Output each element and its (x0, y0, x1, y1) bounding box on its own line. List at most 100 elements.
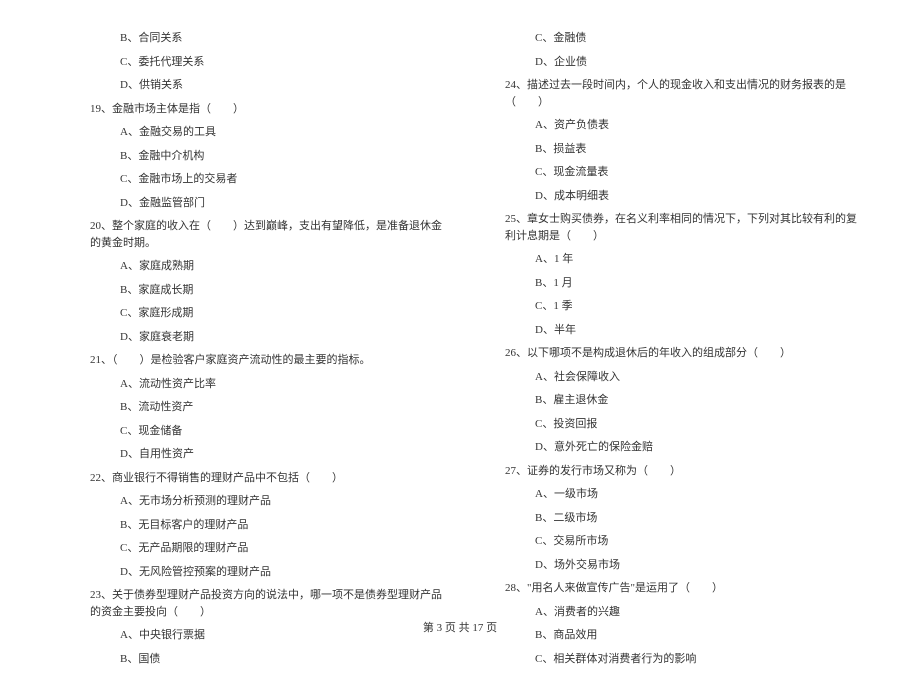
option-text: 损益表 (553, 143, 586, 155)
option-prefix: C、 (535, 653, 553, 665)
option: C、交易所市场 (505, 533, 860, 550)
option-text: 金融中介机构 (138, 150, 204, 162)
option-prefix: B、 (120, 150, 138, 162)
question-text: （ ）是检验客户家庭资产流动性的最主要的指标。 (112, 354, 371, 366)
option: B、金融中介机构 (90, 148, 445, 165)
option: D、无风险管控预案的理财产品 (90, 564, 445, 581)
question: 23、关于债券型理财产品投资方向的说法中，哪一项不是债券型理财产品的资金主要投向… (90, 587, 445, 620)
option-text: 家庭衰老期 (139, 331, 194, 343)
option-prefix: A、 (535, 488, 554, 500)
option: A、家庭成熟期 (90, 258, 445, 275)
option-prefix: B、 (120, 32, 138, 44)
option-prefix: C、 (535, 418, 553, 430)
option: B、1 月 (505, 275, 860, 292)
option-text: 金融交易的工具 (139, 126, 216, 138)
option-text: 自用性资产 (139, 448, 194, 460)
question: 19、金融市场主体是指（ ） (90, 101, 445, 118)
option-prefix: C、 (120, 542, 138, 554)
question-text: "用名人来做宣传广告"是运用了（ ） (527, 582, 723, 594)
option-prefix: D、 (120, 331, 139, 343)
option-text: 投资回报 (553, 418, 597, 430)
option-prefix: C、 (120, 425, 138, 437)
option-prefix: B、 (120, 653, 138, 665)
option-prefix: B、 (120, 401, 138, 413)
option-text: 二级市场 (553, 512, 597, 524)
page-number: 第 3 页 共 17 页 (423, 622, 497, 634)
question-text: 整个家庭的收入在（ ）达到巅峰，支出有望降低，是准备退休金的黄金时期。 (90, 220, 442, 249)
option-text: 无市场分析预测的理财产品 (139, 495, 271, 507)
option: D、企业债 (505, 54, 860, 71)
option-prefix: B、 (120, 284, 138, 296)
option: B、家庭成长期 (90, 282, 445, 299)
question-text: 商业银行不得销售的理财产品中不包括（ ） (112, 472, 343, 484)
left-column: B、合同关系C、委托代理关系D、供销关系19、金融市场主体是指（ ）A、金融交易… (0, 30, 475, 674)
option-text: 社会保障收入 (554, 371, 620, 383)
option-prefix: C、 (535, 300, 553, 312)
option: A、流动性资产比率 (90, 376, 445, 393)
question-number: 19、 (90, 103, 112, 115)
option-text: 金融债 (553, 32, 586, 44)
option: D、半年 (505, 322, 860, 339)
question-number: 21、 (90, 354, 112, 366)
option-text: 场外交易市场 (554, 559, 620, 571)
option: C、1 季 (505, 298, 860, 315)
option: B、二级市场 (505, 510, 860, 527)
option-text: 资产负债表 (554, 119, 609, 131)
question-number: 28、 (505, 582, 527, 594)
question-number: 22、 (90, 472, 112, 484)
option: A、资产负债表 (505, 117, 860, 134)
option-prefix: B、 (535, 143, 553, 155)
option-text: 委托代理关系 (138, 56, 204, 68)
option: D、意外死亡的保险金赔 (505, 439, 860, 456)
question-number: 27、 (505, 465, 527, 477)
question-number: 25、 (505, 213, 527, 225)
option-text: 无风险管控预案的理财产品 (139, 566, 271, 578)
option-text: 家庭成熟期 (139, 260, 194, 272)
option: D、场外交易市场 (505, 557, 860, 574)
option: D、金融监管部门 (90, 195, 445, 212)
option-prefix: C、 (535, 32, 553, 44)
question: 26、以下哪项不是构成退休后的年收入的组成部分（ ） (505, 345, 860, 362)
option-prefix: C、 (120, 173, 138, 185)
option-text: 供销关系 (139, 79, 183, 91)
option: C、现金流量表 (505, 164, 860, 181)
option: C、委托代理关系 (90, 54, 445, 71)
option-text: 家庭形成期 (138, 307, 193, 319)
option: C、金融债 (505, 30, 860, 47)
question-number: 24、 (505, 79, 527, 91)
option: C、无产品期限的理财产品 (90, 540, 445, 557)
option: A、一级市场 (505, 486, 860, 503)
option-prefix: A、 (120, 495, 139, 507)
option: A、消费者的兴趣 (505, 604, 860, 621)
option-text: 意外死亡的保险金赔 (554, 441, 653, 453)
option: B、损益表 (505, 141, 860, 158)
question: 24、描述过去一段时间内，个人的现金收入和支出情况的财务报表的是（ ） (505, 77, 860, 110)
option-prefix: A、 (535, 253, 554, 265)
option: B、国债 (90, 651, 445, 668)
option: B、无目标客户的理财产品 (90, 517, 445, 534)
option: D、成本明细表 (505, 188, 860, 205)
option-prefix: B、 (535, 512, 553, 524)
option-prefix: A、 (535, 606, 554, 618)
question-text: 章女士购买债券，在名义利率相同的情况下，下列对其比较有利的复利计息期是（ ） (505, 213, 857, 242)
option-text: 一级市场 (554, 488, 598, 500)
question-text: 描述过去一段时间内，个人的现金收入和支出情况的财务报表的是（ ） (505, 79, 846, 108)
option: D、家庭衰老期 (90, 329, 445, 346)
option: C、家庭形成期 (90, 305, 445, 322)
question: 25、章女士购买债券，在名义利率相同的情况下，下列对其比较有利的复利计息期是（ … (505, 211, 860, 244)
option-text: 雇主退休金 (553, 394, 608, 406)
option-prefix: D、 (120, 566, 139, 578)
option-prefix: A、 (120, 378, 139, 390)
option-text: 金融市场上的交易者 (138, 173, 237, 185)
option: A、金融交易的工具 (90, 124, 445, 141)
question: 20、整个家庭的收入在（ ）达到巅峰，支出有望降低，是准备退休金的黄金时期。 (90, 218, 445, 251)
option-prefix: B、 (120, 519, 138, 531)
option-prefix: B、 (535, 277, 553, 289)
option: C、现金储备 (90, 423, 445, 440)
option: D、供销关系 (90, 77, 445, 94)
option: D、自用性资产 (90, 446, 445, 463)
exam-page: B、合同关系C、委托代理关系D、供销关系19、金融市场主体是指（ ）A、金融交易… (0, 0, 920, 674)
question-number: 20、 (90, 220, 112, 232)
option-text: 合同关系 (138, 32, 182, 44)
option-text: 1 月 (553, 277, 572, 289)
